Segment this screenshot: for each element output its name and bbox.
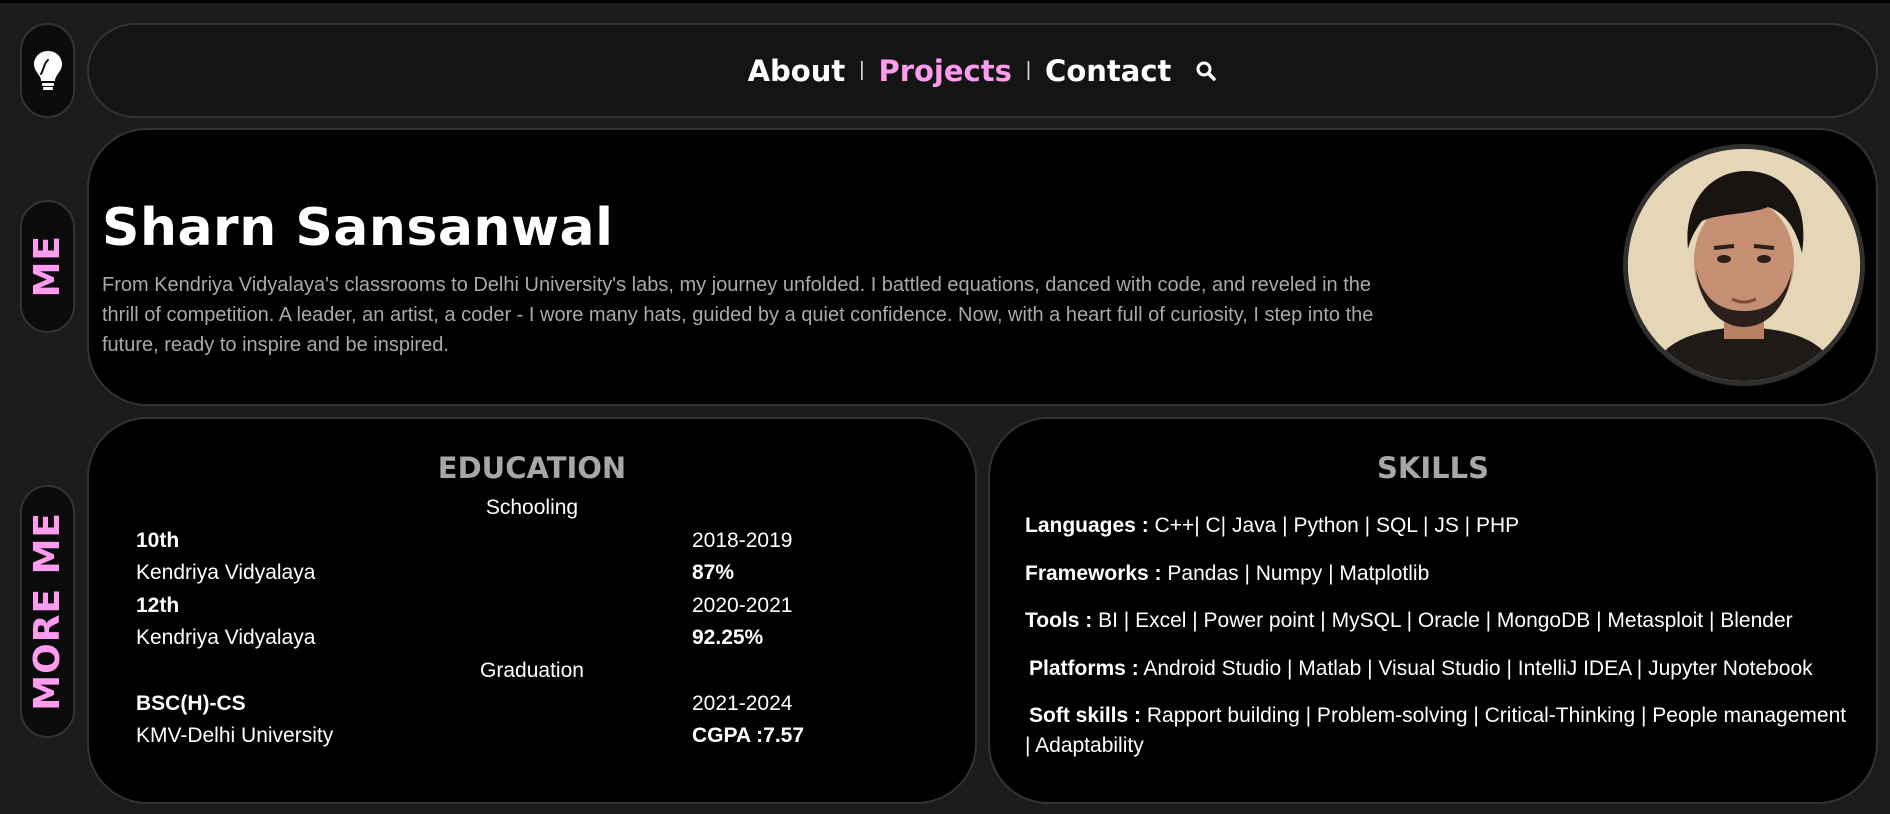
education-level: 10th bbox=[136, 529, 180, 552]
skill-row-platforms: Platforms : Android Studio | Matlab | Vi… bbox=[1029, 654, 1859, 684]
more-me-section-tab[interactable]: MORE ME bbox=[20, 485, 75, 738]
education-level: 12th bbox=[136, 594, 180, 617]
lightbulb-icon bbox=[33, 50, 62, 90]
about-me-card: Sharn Sansanwal From Kendriya Vidyalaya'… bbox=[87, 128, 1878, 406]
skills-card: SKILLS Languages : C++| C| Java | Python… bbox=[988, 417, 1878, 804]
education-card: EDUCATION Schooling 10th 2018-2019 Kendr… bbox=[87, 417, 977, 804]
top-nav: About | Projects | Contact bbox=[87, 23, 1878, 118]
education-score: CGPA :7.57 bbox=[692, 724, 805, 747]
education-institution: KMV-Delhi University bbox=[136, 724, 334, 747]
search-icon bbox=[1196, 61, 1217, 81]
skill-label: Soft skills : bbox=[1029, 704, 1142, 727]
education-institution: Kendriya Vidyalaya bbox=[136, 626, 316, 649]
skill-label: Tools : bbox=[1025, 609, 1093, 632]
skill-value: BI | Excel | Power point | MySQL | Oracl… bbox=[1098, 609, 1793, 632]
more-me-label: MORE ME bbox=[27, 512, 68, 711]
skill-label: Frameworks : bbox=[1025, 562, 1162, 585]
profile-name: Sharn Sansanwal bbox=[102, 198, 614, 258]
top-border bbox=[0, 0, 1890, 3]
nav-link-projects[interactable]: Projects bbox=[878, 54, 1011, 88]
me-label: ME bbox=[27, 235, 68, 298]
education-years: 2021-2024 bbox=[692, 692, 793, 715]
education-institution: Kendriya Vidyalaya bbox=[136, 561, 316, 584]
skill-value: C++| C| Java | Python | SQL | JS | PHP bbox=[1154, 514, 1520, 537]
skill-value: Pandas | Numpy | Matplotlib bbox=[1167, 562, 1430, 585]
skill-row-tools: Tools : BI | Excel | Power point | MySQL… bbox=[1025, 606, 1855, 636]
skill-value: Android Studio | Matlab | Visual Studio … bbox=[1143, 657, 1813, 680]
education-score: 87% bbox=[692, 561, 735, 584]
skill-row-soft-skills: Soft skills : Rapport building | Problem… bbox=[1025, 701, 1855, 761]
education-level: BSC(H)-CS bbox=[136, 692, 246, 715]
profile-bio: From Kendriya Vidyalaya's classrooms to … bbox=[102, 274, 1374, 356]
nav-separator: | bbox=[1025, 59, 1032, 81]
nav-link-about[interactable]: About bbox=[748, 54, 846, 88]
skills-title: SKILLS bbox=[1377, 451, 1489, 485]
education-title: EDUCATION bbox=[437, 451, 627, 485]
nav-separator: | bbox=[859, 59, 865, 81]
graduation-label: Graduation bbox=[480, 659, 584, 682]
skill-label: Platforms : bbox=[1029, 657, 1139, 680]
avatar bbox=[1623, 144, 1865, 386]
search-button[interactable] bbox=[1195, 60, 1217, 82]
me-section-tab[interactable]: ME bbox=[20, 200, 75, 333]
nav-link-contact[interactable]: Contact bbox=[1045, 54, 1171, 88]
profile-photo bbox=[1628, 149, 1860, 381]
education-score: 92.25% bbox=[692, 626, 764, 649]
skill-row-languages: Languages : C++| C| Java | Python | SQL … bbox=[1025, 511, 1855, 541]
schooling-label: Schooling bbox=[485, 496, 579, 519]
logo-button[interactable] bbox=[20, 23, 75, 118]
skill-row-frameworks: Frameworks : Pandas | Numpy | Matplotlib bbox=[1025, 559, 1855, 589]
education-years: 2018-2019 bbox=[692, 529, 793, 552]
skill-label: Languages : bbox=[1025, 514, 1149, 537]
education-years: 2020-2021 bbox=[692, 594, 793, 617]
skill-value: Rapport building | Problem-solving | Cri… bbox=[1025, 704, 1847, 757]
